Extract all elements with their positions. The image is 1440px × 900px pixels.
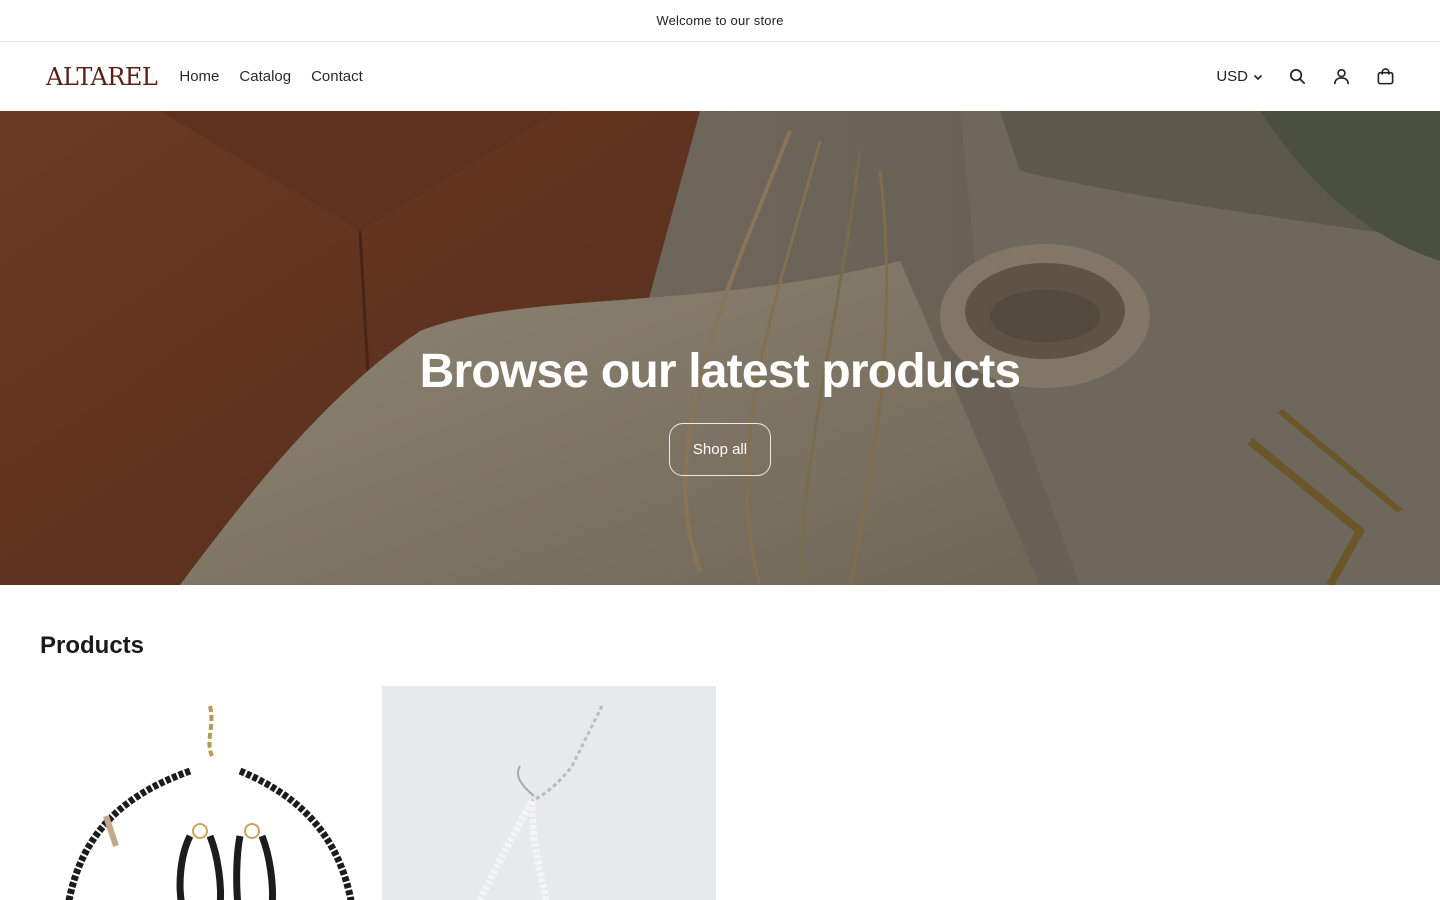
products-section: Products — [0, 585, 1440, 900]
account-button[interactable] — [1326, 62, 1356, 92]
header-actions: USD — [1212, 62, 1400, 92]
nav-catalog[interactable]: Catalog — [229, 62, 301, 91]
shop-all-button[interactable]: Shop all — [668, 422, 772, 476]
currency-selector[interactable]: USD — [1212, 62, 1268, 91]
account-icon — [1333, 68, 1349, 85]
product-grid — [40, 686, 1400, 900]
store-logo[interactable]: ALTAREL — [46, 57, 158, 97]
nav-contact[interactable]: Contact — [301, 62, 373, 91]
cart-button[interactable] — [1370, 62, 1400, 92]
chevron-down-icon — [1253, 74, 1263, 80]
product-image — [382, 686, 716, 900]
hero-banner: Browse our latest products Shop all — [0, 111, 1440, 585]
hero-title: Browse our latest products — [419, 345, 1021, 399]
product-card[interactable] — [382, 686, 716, 900]
cart-icon — [1377, 68, 1393, 85]
product-image — [40, 686, 374, 900]
announcement-bar: Welcome to our store — [0, 0, 1440, 42]
logo-text: ALTAREL — [46, 62, 158, 91]
products-heading: Products — [40, 632, 145, 659]
search-button[interactable] — [1282, 62, 1312, 92]
hero-content: Browse our latest products Shop all — [0, 111, 1440, 585]
search-icon — [1289, 68, 1305, 85]
currency-label: USD — [1216, 68, 1248, 85]
announcement-text: Welcome to our store — [656, 13, 784, 28]
product-card[interactable] — [40, 686, 374, 900]
main-nav: Home Catalog Contact — [179, 62, 372, 91]
nav-home[interactable]: Home — [179, 62, 229, 91]
site-header: ALTAREL Home Catalog Contact USD — [0, 42, 1440, 111]
